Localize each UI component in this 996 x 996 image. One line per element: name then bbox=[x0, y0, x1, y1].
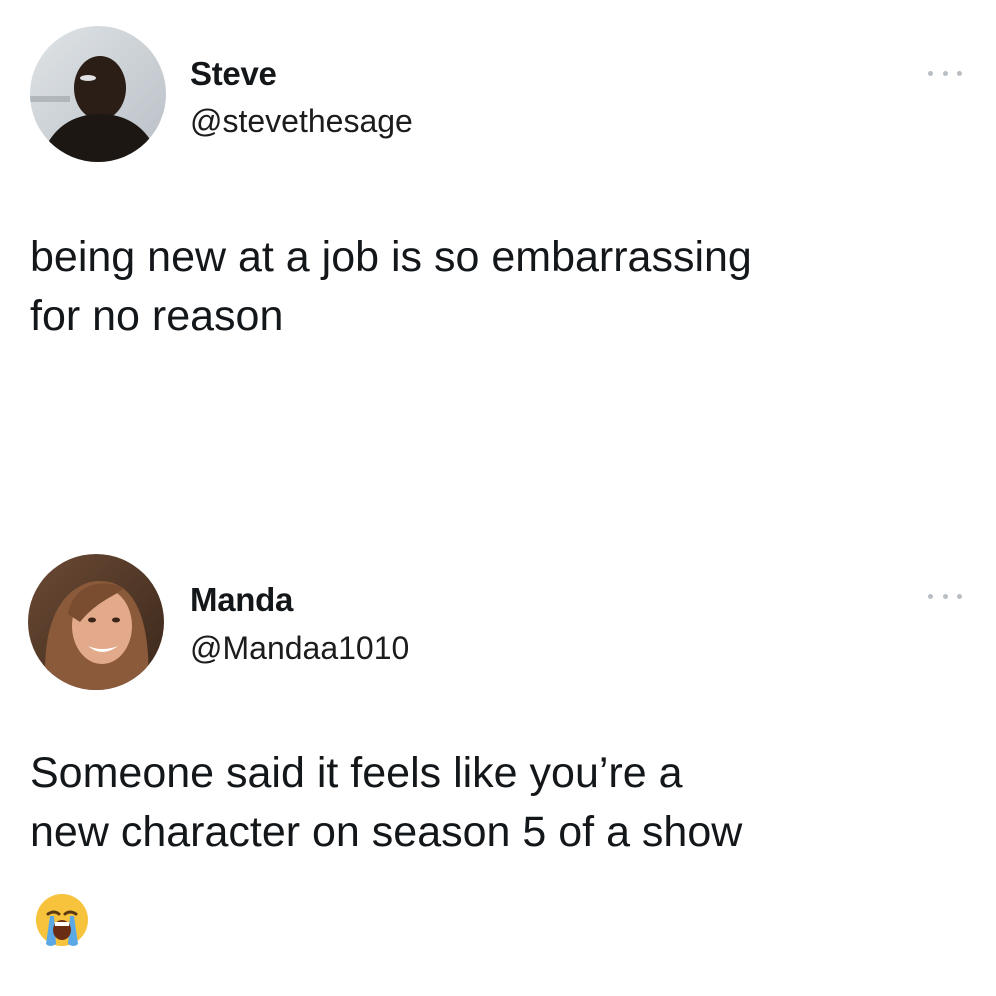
tweet-text-line: Someone said it feels like you’re a bbox=[30, 749, 683, 797]
dot bbox=[942, 593, 948, 599]
tweet-text-line: new character on season 5 of a show bbox=[30, 808, 743, 856]
display-name[interactable]: Steve bbox=[190, 55, 277, 93]
avatar-photo-icon bbox=[30, 26, 166, 162]
dot bbox=[942, 70, 948, 76]
more-options-icon[interactable] bbox=[928, 591, 962, 601]
avatar-photo-icon bbox=[28, 554, 164, 690]
avatar-steve[interactable] bbox=[30, 26, 166, 162]
tweet-text: Someone said it feels like you’re a new … bbox=[30, 744, 966, 862]
avatar-manda[interactable] bbox=[28, 554, 164, 690]
user-handle[interactable]: @Mandaa1010 bbox=[190, 630, 409, 667]
loudly-crying-face-icon bbox=[34, 892, 90, 948]
dot bbox=[957, 593, 962, 599]
screenshot: Steve @stevethesage being new at a job i… bbox=[0, 0, 996, 996]
tweet-text-line: for no reason bbox=[30, 292, 284, 340]
dot bbox=[928, 70, 933, 76]
more-options-icon[interactable] bbox=[928, 68, 962, 78]
dot bbox=[957, 70, 962, 76]
user-handle[interactable]: @stevethesage bbox=[190, 103, 413, 140]
dot bbox=[928, 593, 933, 599]
display-name[interactable]: Manda bbox=[190, 581, 293, 619]
tweet-text-line: being new at a job is so embarrassing bbox=[30, 233, 752, 281]
tweet-text: being new at a job is so embarrassing fo… bbox=[30, 228, 966, 346]
